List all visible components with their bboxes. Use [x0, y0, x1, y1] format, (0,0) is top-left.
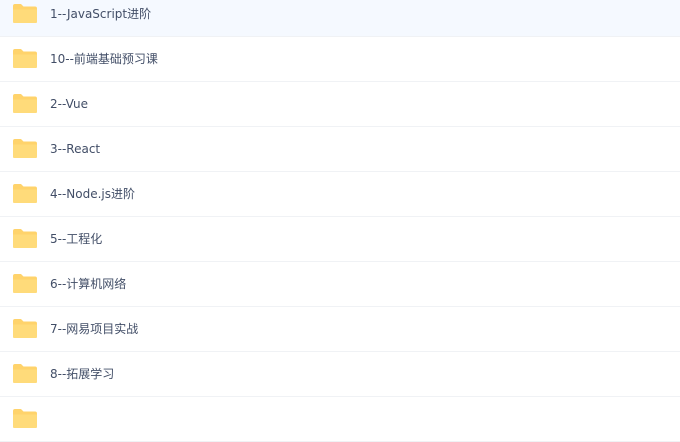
- folder-name[interactable]: 10--前端基础预习课: [50, 37, 158, 82]
- folder-name[interactable]: 8--拓展学习: [50, 352, 114, 397]
- folder-icon: [12, 3, 38, 24]
- folder-row[interactable]: 6--计算机网络: [0, 262, 680, 307]
- folder-name[interactable]: 3--React: [50, 127, 100, 172]
- folder-icon: [12, 183, 38, 204]
- folder-icon: [12, 228, 38, 249]
- folder-icon: [12, 273, 38, 294]
- folder-icon: [12, 318, 38, 339]
- folder-row[interactable]: 2--Vue: [0, 82, 680, 127]
- folder-row[interactable]: 8--拓展学习: [0, 352, 680, 397]
- folder-name[interactable]: 1--JavaScript进阶: [50, 0, 151, 37]
- folder-row[interactable]: [0, 397, 680, 442]
- folder-row[interactable]: 1--JavaScript进阶: [0, 0, 680, 37]
- folder-icon: [12, 363, 38, 384]
- folder-name[interactable]: 7--网易项目实战: [50, 307, 138, 352]
- folder-icon: [12, 138, 38, 159]
- folder-icon: [12, 48, 38, 69]
- file-list: 1--JavaScript进阶 10--前端基础预习课 2--Vue 3--Re…: [0, 0, 680, 442]
- folder-name[interactable]: 6--计算机网络: [50, 262, 126, 307]
- folder-name[interactable]: 5--工程化: [50, 217, 102, 262]
- folder-icon: [12, 408, 38, 429]
- folder-row[interactable]: 5--工程化: [0, 217, 680, 262]
- folder-icon: [12, 93, 38, 114]
- folder-name[interactable]: 2--Vue: [50, 82, 88, 127]
- folder-row[interactable]: 7--网易项目实战: [0, 307, 680, 352]
- folder-name[interactable]: 4--Node.js进阶: [50, 172, 135, 217]
- folder-row[interactable]: 3--React: [0, 127, 680, 172]
- folder-row[interactable]: 4--Node.js进阶: [0, 172, 680, 217]
- folder-row[interactable]: 10--前端基础预习课: [0, 37, 680, 82]
